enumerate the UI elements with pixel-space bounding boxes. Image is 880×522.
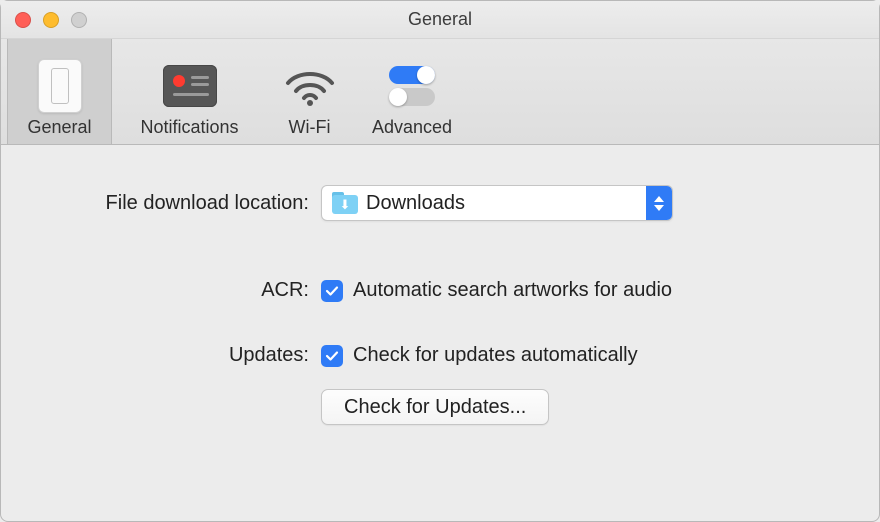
check-updates-button-row: Check for Updates...	[31, 389, 849, 425]
preferences-toolbar: General Notifications Wi-Fi	[1, 39, 879, 145]
traffic-lights	[1, 12, 87, 28]
download-location-value: Downloads	[366, 192, 646, 215]
updates-row: Updates: Check for updates automatically	[31, 344, 849, 367]
tab-notifications-label: Notifications	[140, 117, 238, 138]
tab-general-label: General	[27, 117, 91, 138]
advanced-icon	[385, 64, 439, 108]
acr-label: ACR:	[31, 279, 321, 302]
checkmark-icon	[325, 284, 339, 298]
minimize-window-button[interactable]	[43, 12, 59, 28]
window-title: General	[1, 9, 879, 30]
popup-stepper-icon	[646, 186, 672, 220]
check-for-updates-button-label: Check for Updates...	[344, 396, 526, 419]
acr-checkbox-label: Automatic search artworks for audio	[353, 279, 672, 302]
close-window-button[interactable]	[15, 12, 31, 28]
updates-label: Updates:	[31, 344, 321, 367]
tab-wifi-label: Wi-Fi	[289, 117, 331, 138]
download-location-row: File download location: ⬇ Downloads	[31, 185, 849, 221]
tab-advanced-label: Advanced	[372, 117, 452, 138]
updates-checkbox-label: Check for updates automatically	[353, 344, 638, 367]
notifications-icon	[163, 65, 217, 107]
general-icon	[38, 59, 82, 113]
tab-wifi[interactable]: Wi-Fi	[267, 39, 352, 144]
download-location-label: File download location:	[31, 192, 321, 215]
check-for-updates-button[interactable]: Check for Updates...	[321, 389, 549, 425]
tab-notifications[interactable]: Notifications	[112, 39, 267, 144]
downloads-folder-icon: ⬇	[332, 192, 358, 214]
wifi-icon	[284, 65, 336, 107]
acr-checkbox[interactable]	[321, 280, 343, 302]
settings-content: File download location: ⬇ Downloads ACR:…	[1, 145, 879, 425]
download-location-popup[interactable]: ⬇ Downloads	[321, 185, 673, 221]
titlebar: General	[1, 1, 879, 39]
zoom-window-button[interactable]	[71, 12, 87, 28]
checkmark-icon	[325, 349, 339, 363]
acr-row: ACR: Automatic search artworks for audio	[31, 279, 849, 302]
tab-advanced[interactable]: Advanced	[352, 39, 472, 144]
updates-checkbox[interactable]	[321, 345, 343, 367]
tab-general[interactable]: General	[7, 39, 112, 144]
